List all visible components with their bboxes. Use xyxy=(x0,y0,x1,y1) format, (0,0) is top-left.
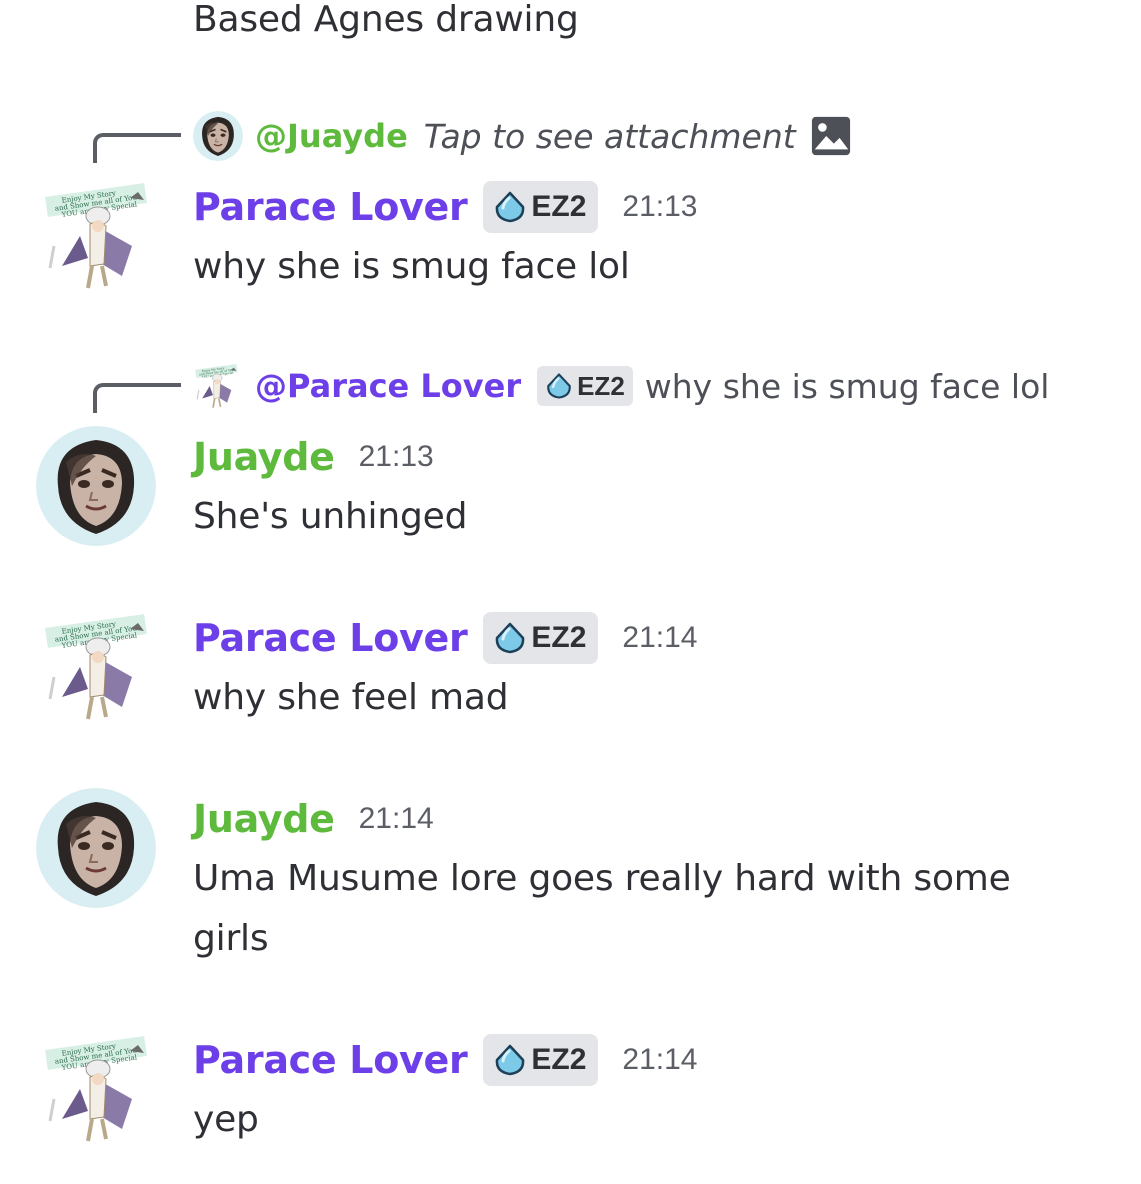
reply-preview[interactable]: @Parace Lover EZ2 why she is smug face l… xyxy=(193,361,1049,411)
message-text: She's unhinged xyxy=(193,496,468,537)
badge-label: EZ2 xyxy=(531,1043,587,1076)
message-header: Parace Lover EZ2 21:14 xyxy=(193,608,698,668)
message-text: Uma Musume lore goes really hard with so… xyxy=(193,858,1011,959)
message-text: Based Agnes drawing xyxy=(193,0,579,40)
drop-icon xyxy=(493,190,527,224)
author-name[interactable]: Parace Lover xyxy=(193,1038,468,1082)
reply-connector xyxy=(93,383,181,413)
timestamp: 21:13 xyxy=(358,440,434,473)
message-header: Juayde 21:13 xyxy=(193,427,434,487)
reply-preview[interactable]: @Juayde Tap to see attachment xyxy=(193,111,852,161)
server-tag-badge[interactable]: EZ2 xyxy=(483,181,599,233)
avatar[interactable] xyxy=(40,1029,160,1149)
timestamp: 21:14 xyxy=(622,621,698,654)
reply-text[interactable]: Tap to see attachment xyxy=(424,117,796,156)
avatar[interactable] xyxy=(40,176,160,296)
author-name[interactable]: Parace Lover xyxy=(193,185,468,229)
drop-icon xyxy=(493,1043,527,1077)
message-header: Parace Lover EZ2 21:14 xyxy=(193,1030,698,1090)
timestamp: 21:14 xyxy=(358,802,434,835)
message-text: why she is smug face lol xyxy=(193,246,630,287)
reply-avatar xyxy=(193,111,243,161)
author-name[interactable]: Juayde xyxy=(193,435,335,479)
avatar[interactable] xyxy=(36,788,156,908)
drop-icon xyxy=(493,621,527,655)
server-tag-badge[interactable]: EZ2 xyxy=(537,366,633,406)
message-header: Parace Lover EZ2 21:13 xyxy=(193,177,698,237)
timestamp: 21:14 xyxy=(622,1043,698,1076)
image-icon xyxy=(810,115,852,157)
reply-avatar xyxy=(193,361,243,411)
message-text: why she feel mad xyxy=(193,677,509,718)
reply-mention[interactable]: @Parace Lover xyxy=(255,367,521,405)
avatar[interactable] xyxy=(36,426,156,546)
timestamp: 21:13 xyxy=(622,190,698,223)
reply-connector xyxy=(93,133,181,163)
author-name[interactable]: Parace Lover xyxy=(193,616,468,660)
avatar[interactable] xyxy=(40,607,160,727)
reply-mention[interactable]: @Juayde xyxy=(255,117,408,155)
server-tag-badge[interactable]: EZ2 xyxy=(483,612,599,664)
badge-label: EZ2 xyxy=(531,190,587,223)
badge-label: EZ2 xyxy=(531,621,587,654)
server-tag-badge[interactable]: EZ2 xyxy=(483,1034,599,1086)
reply-text[interactable]: why she is smug face lol xyxy=(645,367,1050,406)
badge-label: EZ2 xyxy=(577,370,625,401)
message-text: yep xyxy=(193,1099,259,1140)
drop-icon xyxy=(545,372,573,400)
author-name[interactable]: Juayde xyxy=(193,797,335,841)
message-header: Juayde 21:14 xyxy=(193,789,434,849)
